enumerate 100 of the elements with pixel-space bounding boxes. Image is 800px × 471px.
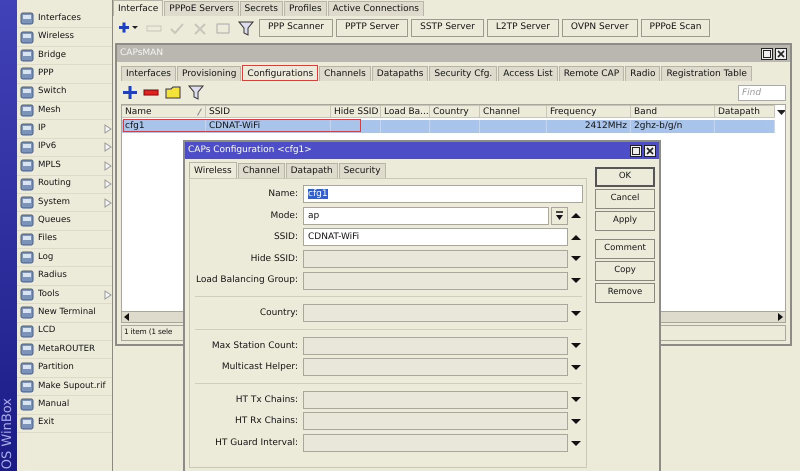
sidebar-item[interactable]: Switch: [17, 84, 112, 102]
tab[interactable]: Datapath: [286, 163, 338, 178]
sidebar-item[interactable]: IPv6: [17, 138, 112, 158]
dialog-button[interactable]: Remove: [595, 283, 655, 303]
toolbar-button[interactable]: PPPoE Scan: [640, 19, 710, 38]
sidebar-item[interactable]: Interfaces: [17, 10, 112, 28]
expand-arrow-icon[interactable]: [570, 416, 582, 426]
toolbar-button[interactable]: PPP Scanner: [259, 19, 333, 38]
maximize-icon[interactable]: [761, 48, 773, 60]
toolbar-button[interactable]: OVPN Server: [562, 19, 638, 38]
expand-arrow-icon[interactable]: [570, 341, 582, 350]
tab[interactable]: Remote CAP: [558, 66, 624, 82]
tab[interactable]: Wireless: [189, 162, 237, 178]
tab[interactable]: Provisioning: [176, 66, 242, 82]
menu-tile-icon: [20, 324, 34, 338]
tab[interactable]: Channels: [319, 66, 371, 82]
input-field[interactable]: cfg1: [303, 185, 583, 204]
sidebar-item[interactable]: Partition: [17, 359, 112, 378]
tab[interactable]: Configurations: [242, 65, 318, 82]
input-field[interactable]: [303, 358, 568, 376]
dialog-button[interactable]: OK: [595, 167, 655, 187]
dialog-button[interactable]: Cancel: [595, 189, 655, 209]
sidebar-item[interactable]: Bridge: [17, 46, 112, 66]
dropdown-field[interactable]: ap: [303, 206, 549, 225]
expand-arrow-icon[interactable]: [570, 438, 582, 448]
sidebar-item[interactable]: Make Supout.rif: [17, 378, 112, 396]
menu-tile-icon: [20, 251, 34, 264]
tab[interactable]: Security Cfg.: [429, 66, 498, 82]
sidebar-item[interactable]: Queues: [17, 212, 112, 231]
tab[interactable]: Datapaths: [372, 66, 428, 82]
close-icon[interactable]: [644, 144, 656, 156]
tab[interactable]: Access List: [498, 66, 558, 82]
sidebar-item[interactable]: Radius: [17, 267, 112, 286]
input-field[interactable]: [303, 412, 568, 430]
column-header[interactable]: Hide SSID: [331, 105, 381, 118]
search-field[interactable]: Find: [738, 84, 786, 101]
sidebar-item[interactable]: Mesh: [17, 102, 112, 120]
menu-tile-icon: [20, 398, 34, 412]
tab[interactable]: Profiles: [284, 1, 327, 16]
expand-arrow-icon[interactable]: [570, 276, 582, 286]
input-field[interactable]: [303, 272, 568, 290]
sidebar-item[interactable]: Routing: [17, 176, 112, 194]
sidebar-item[interactable]: PPP: [17, 65, 112, 84]
column-header[interactable]: Channel: [480, 105, 547, 118]
sidebar-item[interactable]: Log: [17, 249, 112, 268]
expand-arrow-icon[interactable]: [570, 308, 582, 318]
input-field[interactable]: [303, 304, 568, 322]
close-icon[interactable]: [775, 48, 787, 60]
filter-icon[interactable]: [186, 84, 206, 102]
dialog-button[interactable]: Comment: [595, 239, 655, 259]
expand-arrow-icon[interactable]: [570, 395, 582, 404]
sidebar-item[interactable]: Exit: [17, 414, 112, 433]
collapse-arrow-icon[interactable]: [570, 211, 582, 220]
column-header[interactable]: Band: [631, 105, 715, 118]
column-header[interactable]: Name: [122, 105, 206, 118]
dialog-button[interactable]: Apply: [595, 211, 655, 231]
input-field[interactable]: [303, 434, 568, 452]
sidebar-item[interactable]: Manual: [17, 396, 112, 415]
tab[interactable]: Registration Table: [661, 66, 752, 82]
column-header[interactable]: Load Ba...: [381, 105, 430, 118]
sidebar-item[interactable]: Files: [17, 230, 112, 250]
column-header[interactable]: Datapath: [715, 105, 775, 118]
tab[interactable]: Interface: [113, 0, 164, 16]
sidebar-item[interactable]: System: [17, 194, 112, 212]
sidebar-item[interactable]: IP: [17, 120, 112, 139]
note-icon[interactable]: [163, 84, 183, 102]
column-header[interactable]: Country: [430, 105, 480, 118]
input-field[interactable]: [303, 336, 568, 355]
sidebar-item[interactable]: Wireless: [17, 28, 112, 47]
add-icon[interactable]: [121, 84, 139, 102]
sidebar-item[interactable]: LCD: [17, 322, 112, 342]
tab[interactable]: Radio: [625, 66, 660, 82]
menu-tile-icon: [20, 48, 34, 62]
column-header[interactable]: SSID: [206, 105, 331, 118]
input-field[interactable]: [303, 250, 568, 268]
toolbar-button[interactable]: SSTP Server: [411, 19, 484, 38]
input-field[interactable]: CDNAT-WiFi: [303, 228, 568, 246]
toolbar-button[interactable]: PPTP Server: [336, 19, 408, 38]
sidebar-item[interactable]: MPLS: [17, 157, 112, 176]
expand-arrow-icon[interactable]: [570, 362, 582, 372]
expand-arrow-icon[interactable]: [570, 254, 582, 264]
column-header[interactable]: Frequency: [547, 105, 631, 118]
maximize-icon[interactable]: [630, 144, 642, 156]
tab[interactable]: Security: [338, 163, 386, 178]
tab[interactable]: Active Connections: [328, 1, 424, 16]
sidebar-item[interactable]: MetaROUTER: [17, 341, 112, 360]
dropdown-button[interactable]: [551, 206, 568, 225]
filter-icon[interactable]: [236, 20, 256, 37]
tab[interactable]: Channel: [238, 163, 285, 178]
tab[interactable]: Interfaces: [121, 66, 176, 82]
scroll-left-icon[interactable]: [124, 313, 130, 321]
sidebar-item[interactable]: New Terminal: [17, 304, 112, 323]
toolbar-button[interactable]: L2TP Server: [486, 19, 559, 38]
sidebar-item[interactable]: Tools: [17, 286, 112, 304]
tab[interactable]: PPPoE Servers: [164, 1, 239, 16]
input-field[interactable]: [303, 390, 568, 409]
collapse-arrow-icon[interactable]: [570, 232, 582, 242]
scroll-right-icon[interactable]: [777, 313, 783, 321]
dialog-button[interactable]: Copy: [595, 261, 655, 281]
tab[interactable]: Secrets: [240, 1, 283, 16]
